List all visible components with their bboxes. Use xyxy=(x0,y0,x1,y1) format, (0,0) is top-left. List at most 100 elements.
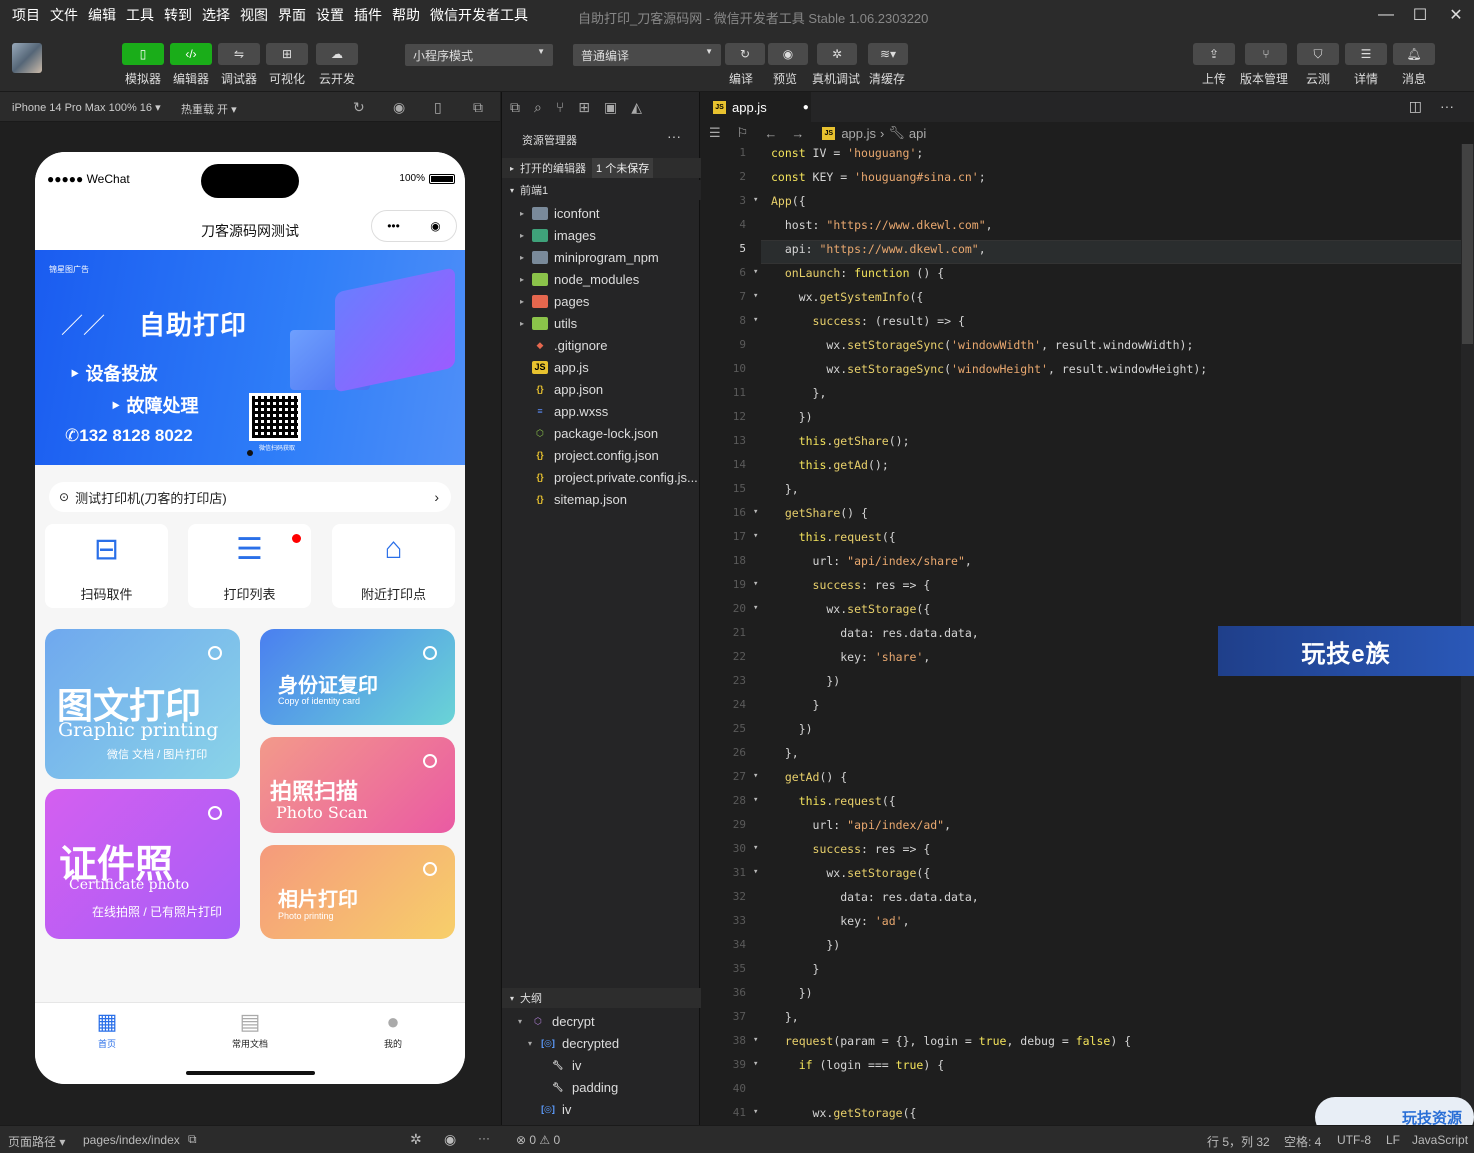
card-id-copy[interactable]: 身份证复印 Copy of identity card xyxy=(260,629,455,725)
fold-chevron-icon[interactable]: ▾ xyxy=(753,507,758,517)
fold-chevron-icon[interactable]: ▾ xyxy=(753,1035,758,1045)
cursor-position[interactable]: 行 5，列 32 xyxy=(1207,1133,1270,1150)
tab-documents[interactable]: ▤ 常用文档 xyxy=(200,1009,300,1050)
maximize-icon[interactable]: ☐ xyxy=(1402,0,1438,30)
fold-chevron-icon[interactable]: ▾ xyxy=(753,771,758,781)
menu-tools[interactable]: 工具 xyxy=(121,5,159,25)
tree-item[interactable]: {} sitemap.json xyxy=(502,488,701,510)
bookmark-icon[interactable]: ⚐ xyxy=(737,125,749,141)
fold-chevron-icon[interactable]: ▾ xyxy=(753,315,758,325)
tree-item[interactable]: ▸ node_modules xyxy=(502,268,701,290)
encoding[interactable]: UTF-8 xyxy=(1337,1133,1371,1147)
tab-mine[interactable]: ● 我的 xyxy=(343,1009,443,1050)
tree-item[interactable]: {} project.private.config.js... xyxy=(502,466,701,488)
close-icon[interactable]: ✕ xyxy=(1438,0,1474,30)
outline-item[interactable]: [◎] iv xyxy=(502,1098,701,1120)
details-icon[interactable]: ☰ xyxy=(1345,43,1387,65)
fold-chevron-icon[interactable]: ▾ xyxy=(753,267,758,277)
card-graphic-printing[interactable]: 图文打印 Graphic printing 微信 文档 / 图片打印 xyxy=(45,629,240,779)
stop-icon[interactable]: ◉ xyxy=(393,99,405,116)
fold-chevron-icon[interactable]: ▾ xyxy=(753,1107,758,1117)
breadcrumb-symbol[interactable]: api xyxy=(909,126,926,141)
eye-icon[interactable]: ◉ xyxy=(444,1131,456,1148)
bell-icon[interactable]: 🔔︎ xyxy=(1393,43,1435,65)
tree-item[interactable]: {} project.config.json xyxy=(502,444,701,466)
menu-interface[interactable]: 界面 xyxy=(273,5,311,25)
fold-chevron-icon[interactable]: ▾ xyxy=(753,291,758,301)
problems-count[interactable]: ⊗ 0 ⚠ 0 xyxy=(516,1133,560,1147)
source-control-icon[interactable]: ⑂ xyxy=(556,99,564,115)
project-section[interactable]: ▾ 前端1 xyxy=(502,180,701,200)
tree-item[interactable]: JS app.js xyxy=(502,356,701,378)
tab-app-js[interactable]: JS app.js ● xyxy=(701,92,811,122)
menu-file[interactable]: 文件 xyxy=(45,5,83,25)
tree-item[interactable]: ▸ iconfont xyxy=(502,202,701,224)
menu-help[interactable]: 帮助 xyxy=(387,5,425,25)
menu-plugins[interactable]: 插件 xyxy=(349,5,387,25)
hot-reload-toggle[interactable]: 热重载 开 ▾ xyxy=(181,101,237,117)
split-editor-icon[interactable]: ◫ xyxy=(1409,98,1422,115)
menu-edit[interactable]: 编辑 xyxy=(83,5,121,25)
outline-item[interactable]: ▾ [◎] decrypted xyxy=(502,1032,701,1054)
list-icon[interactable]: ☰ xyxy=(709,125,721,141)
outline-section[interactable]: ▾ 大纲 xyxy=(502,988,701,1008)
files-icon[interactable]: ⧉ xyxy=(510,99,520,116)
nearby-printers-button[interactable]: ⌂ 附近打印点 xyxy=(332,524,455,608)
outline-item[interactable]: 🔧︎ iv xyxy=(502,1054,701,1076)
editor-toggle-icon[interactable]: ‹/› xyxy=(170,43,212,65)
device-select[interactable]: iPhone 14 Pro Max 100% 16 ▾ xyxy=(12,101,161,114)
fold-chevron-icon[interactable]: ▾ xyxy=(753,579,758,589)
compile-icon[interactable]: ↻ xyxy=(725,43,765,65)
back-arrow-icon[interactable]: ← xyxy=(764,126,777,141)
fold-chevron-icon[interactable]: ▾ xyxy=(753,531,758,541)
more-icon[interactable]: ••• xyxy=(387,219,400,233)
tree-item[interactable]: {} app.json xyxy=(502,378,701,400)
fold-chevron-icon[interactable]: ▾ xyxy=(753,795,758,805)
more-icon[interactable]: ··· xyxy=(667,128,681,144)
tree-item[interactable]: ⬡ package-lock.json xyxy=(502,422,701,444)
debugger-toggle-icon[interactable]: ⇋ xyxy=(218,43,260,65)
indentation[interactable]: 空格: 4 xyxy=(1284,1133,1321,1150)
menu-wechat-devtools[interactable]: 微信开发者工具 xyxy=(425,5,533,25)
fold-chevron-icon[interactable]: ▾ xyxy=(753,603,758,613)
tree-item[interactable]: ▸ images xyxy=(502,224,701,246)
ad-banner[interactable]: 锦星图广告 ／／ 自助打印 ‣ 设备投放 ‣ 故障处理 ✆132 8128 80… xyxy=(35,250,465,465)
version-control-icon[interactable]: ⑂ xyxy=(1245,43,1287,65)
open-editors-section[interactable]: ▸ 打开的编辑器 1 个未保存 xyxy=(502,158,701,178)
detach-window-icon[interactable]: ⧉ xyxy=(473,99,483,116)
search-icon[interactable]: ⌕ xyxy=(534,99,542,116)
refresh-icon[interactable]: ↻ xyxy=(353,99,365,116)
tree-item[interactable]: ◆ .gitignore xyxy=(502,334,701,356)
menu-view[interactable]: 视图 xyxy=(235,5,273,25)
upload-icon[interactable]: ⇪ xyxy=(1193,43,1235,65)
mode-select[interactable]: 小程序模式 ▼ xyxy=(405,44,553,66)
scrollbar-thumb[interactable] xyxy=(1462,144,1473,344)
tree-item[interactable]: ▸ miniprogram_npm xyxy=(502,246,701,268)
print-list-button[interactable]: ☰ 打印列表 xyxy=(188,524,311,608)
unsaved-dot-icon[interactable]: ● xyxy=(803,102,809,113)
outline-item[interactable]: ▾ ⬡ decrypt xyxy=(502,1010,701,1032)
cloud-dev-icon[interactable]: ☁ xyxy=(316,43,358,65)
minimize-icon[interactable]: — xyxy=(1368,0,1404,30)
menu-select[interactable]: 选择 xyxy=(197,5,235,25)
avatar[interactable] xyxy=(12,43,42,73)
close-circle-icon[interactable]: ◉ xyxy=(430,219,440,233)
fold-chevron-icon[interactable]: ▾ xyxy=(753,195,758,205)
forward-arrow-icon[interactable]: → xyxy=(791,126,804,141)
tree-item[interactable]: ▸ utils xyxy=(502,312,701,334)
simulator-toggle-icon[interactable]: ▯ xyxy=(122,43,164,65)
cloud-test-icon[interactable]: ⛉ xyxy=(1297,43,1339,65)
more-icon[interactable]: ··· xyxy=(1440,98,1454,114)
clear-cache-icon[interactable]: ≋▾ xyxy=(868,43,908,65)
card-certificate-photo[interactable]: 证件照 Certificate photo 在线拍照 / 已有照片打印 xyxy=(45,789,240,939)
shop-selector[interactable]: ⊙ 测试打印机(刀客的打印店) › xyxy=(49,482,451,512)
more-icon[interactable]: ··· xyxy=(478,1131,490,1145)
fold-chevron-icon[interactable]: ▾ xyxy=(753,843,758,853)
line-ending[interactable]: LF xyxy=(1386,1133,1400,1147)
tab-home[interactable]: ▦ 首页 xyxy=(57,1009,157,1050)
docker-icon[interactable]: ◭ xyxy=(631,99,642,116)
bug-icon[interactable]: ✲ xyxy=(410,1131,422,1148)
fold-chevron-icon[interactable]: ▾ xyxy=(753,867,758,877)
extensions-icon[interactable]: ⊞ xyxy=(578,99,590,116)
compile-select[interactable]: 普通编译 ▼ xyxy=(573,44,721,66)
